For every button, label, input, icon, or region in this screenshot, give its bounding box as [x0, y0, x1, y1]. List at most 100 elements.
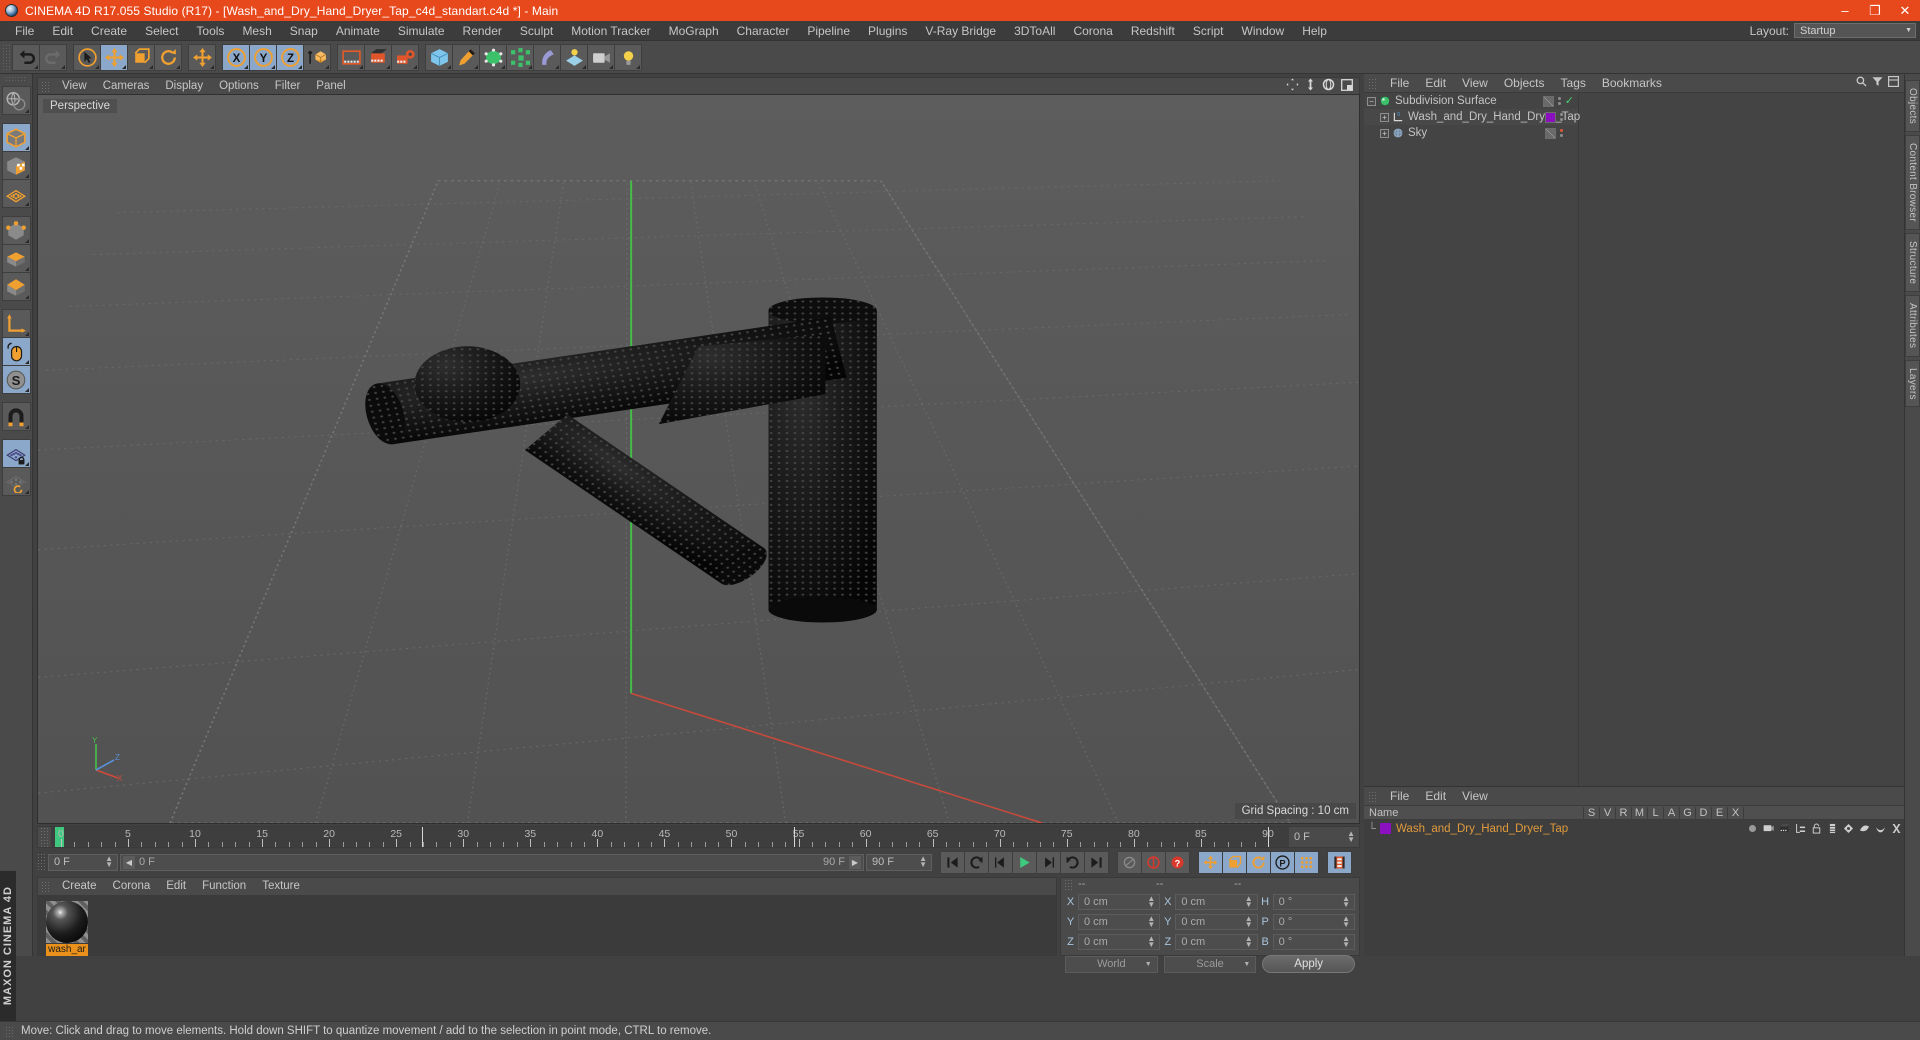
size-field[interactable]: 0 cm ▲ ▼	[1175, 933, 1258, 950]
left-toolbar-grip[interactable]	[5, 76, 27, 83]
key-parameter-button[interactable]: P	[1270, 850, 1295, 874]
spinner-icon[interactable]: ▲ ▼	[1342, 934, 1350, 948]
coordinates-grip[interactable]	[1064, 878, 1073, 890]
om-menu-edit[interactable]: Edit	[1417, 74, 1454, 93]
object-manager-grip[interactable]	[1368, 77, 1377, 89]
toolbar-grip[interactable]	[2, 44, 10, 70]
scale-tool-icon[interactable]	[127, 43, 155, 71]
polygon-grid-icon[interactable]	[1, 179, 31, 208]
go-to-start-button[interactable]	[940, 850, 965, 874]
column-l[interactable]: L	[1648, 806, 1664, 819]
generator-nurbs-icon[interactable]	[479, 43, 507, 71]
scrub-right-icon[interactable]: ▶	[849, 855, 861, 869]
spinner-icon[interactable]: ▲ ▼	[1147, 934, 1155, 948]
workplane-rotate-icon[interactable]	[1, 467, 31, 496]
move-axis-icon[interactable]	[188, 43, 216, 71]
cube-primitive-icon[interactable]	[425, 43, 453, 71]
apply-button[interactable]: Apply	[1262, 955, 1356, 973]
array-modeling-icon[interactable]	[506, 43, 534, 71]
edge-mode-icon[interactable]	[1, 244, 31, 273]
expander-icon[interactable]: −	[1367, 96, 1376, 106]
menu-mograph[interactable]: MoGraph	[660, 21, 728, 41]
spinner-icon[interactable]: ▲ ▼	[1245, 914, 1253, 928]
key-rotation-button[interactable]	[1246, 850, 1271, 874]
menu-corona[interactable]: Corona	[1064, 21, 1121, 41]
visible-icon[interactable]	[1760, 822, 1776, 835]
spinner-icon[interactable]: ▲ ▼	[1245, 934, 1253, 948]
object-row[interactable]: +0 Wash_and_Dry_Hand_Dryer_Tap	[1364, 109, 1580, 125]
solo-icon[interactable]	[1744, 822, 1760, 835]
next-keyframe-button[interactable]	[1060, 850, 1085, 874]
model-make-editable-icon[interactable]	[1, 86, 31, 115]
enable-snapping-s-icon[interactable]: S	[1, 365, 31, 394]
deformers-icon[interactable]	[1856, 822, 1872, 835]
viewport-solo-mouse-icon[interactable]	[1, 337, 31, 366]
spinner-icon[interactable]: ▲ ▼	[1347, 830, 1355, 844]
menu-3dtoall[interactable]: 3DToAll	[1005, 21, 1064, 41]
layout-dropdown[interactable]: Startup ▼	[1794, 23, 1916, 38]
status-bar-grip[interactable]	[5, 1025, 14, 1037]
menu-plugins[interactable]: Plugins	[859, 21, 916, 41]
dock-tab-structure[interactable]: Structure	[1905, 233, 1920, 293]
axis-modification-icon[interactable]	[1, 309, 31, 338]
viewport-menu-view[interactable]: View	[54, 78, 95, 95]
column-x[interactable]: X	[1728, 806, 1744, 819]
maximize-button[interactable]: ❐	[1860, 0, 1890, 21]
environment-floor-icon[interactable]	[560, 43, 588, 71]
viewport-menu-display[interactable]: Display	[157, 78, 211, 95]
menu-animate[interactable]: Animate	[327, 21, 389, 41]
time-scrubber[interactable]: ◀ 0 F 90 F ▶	[120, 853, 864, 871]
perspective-viewport[interactable]: Perspective Grid Spacing : 10 cm Y Z X	[37, 94, 1360, 824]
frame-spinner-icon[interactable]: ▲ ▼	[105, 855, 113, 869]
expander-icon[interactable]: +	[1380, 128, 1389, 138]
dock-tab-content-browser[interactable]: Content Browser	[1905, 135, 1920, 230]
material-menu-edit[interactable]: Edit	[158, 878, 194, 895]
spinner-icon[interactable]: ▲ ▼	[1342, 894, 1350, 908]
menu-file[interactable]: File	[6, 21, 43, 41]
column-r[interactable]: R	[1616, 806, 1632, 819]
om-menu-view[interactable]: View	[1454, 74, 1496, 93]
rotate-tool-icon[interactable]	[154, 43, 182, 71]
om-menu-tags[interactable]: Tags	[1553, 74, 1594, 93]
timeline-current-frame-field[interactable]: 0 F ▲ ▼	[1289, 827, 1359, 847]
position-field[interactable]: 0 cm ▲ ▼	[1078, 913, 1161, 930]
toggle-layout-icon[interactable]	[1341, 78, 1353, 94]
texture-mode-icon[interactable]	[1, 151, 31, 180]
om-search-icon[interactable]	[1856, 76, 1867, 90]
object-tag-swatch[interactable]	[1545, 111, 1556, 123]
viewport-menu-grip[interactable]	[41, 80, 50, 92]
workplane-lock-icon[interactable]	[1, 439, 31, 468]
menu-select[interactable]: Select	[136, 21, 187, 41]
menu-pipeline[interactable]: Pipeline	[798, 21, 859, 41]
minimize-button[interactable]: –	[1830, 0, 1860, 21]
menu-simulate[interactable]: Simulate	[389, 21, 454, 41]
end-frame-field[interactable]: 90 F ▲ ▼	[866, 853, 932, 871]
live-selection-icon[interactable]	[73, 43, 101, 71]
column-e[interactable]: E	[1712, 806, 1728, 819]
column-d[interactable]: D	[1696, 806, 1712, 819]
redo-icon[interactable]	[39, 43, 67, 71]
point-mode-icon[interactable]	[1, 216, 31, 245]
spinner-icon[interactable]: ▲ ▼	[1147, 894, 1155, 908]
object-row[interactable]: + Sky	[1364, 125, 1578, 141]
deformer-bend-icon[interactable]	[533, 43, 561, 71]
viewport-menu-filter[interactable]: Filter	[267, 78, 309, 95]
size-mode-dropdown[interactable]: Scale ▼	[1163, 955, 1257, 973]
keyframe-selection-button[interactable]: ?	[1165, 850, 1190, 874]
lock-icon[interactable]	[1808, 822, 1824, 835]
key-point-level-animation-button[interactable]	[1294, 850, 1319, 874]
expander-icon[interactable]: +	[1380, 112, 1389, 122]
previous-keyframe-button[interactable]	[964, 850, 989, 874]
om-filter-icon[interactable]	[1872, 76, 1883, 90]
generators-icon[interactable]	[1840, 822, 1856, 835]
object-manager-body[interactable]: − Subdivision Surface ✓ +0 Wash_and_Dry_Hand…	[1364, 93, 1904, 786]
menu-mesh[interactable]: Mesh	[233, 21, 280, 41]
rotate-view-icon[interactable]	[1322, 78, 1335, 94]
menu-v-ray-bridge[interactable]: V-Ray Bridge	[916, 21, 1005, 41]
dock-tab-objects[interactable]: Objects	[1905, 80, 1920, 133]
dolly-view-icon[interactable]	[1305, 78, 1316, 94]
viewport-menu-panel[interactable]: Panel	[308, 78, 353, 95]
expressions-icon[interactable]	[1872, 822, 1888, 835]
material-menu-grip[interactable]	[41, 881, 50, 892]
position-field[interactable]: 0 cm ▲ ▼	[1078, 933, 1161, 950]
